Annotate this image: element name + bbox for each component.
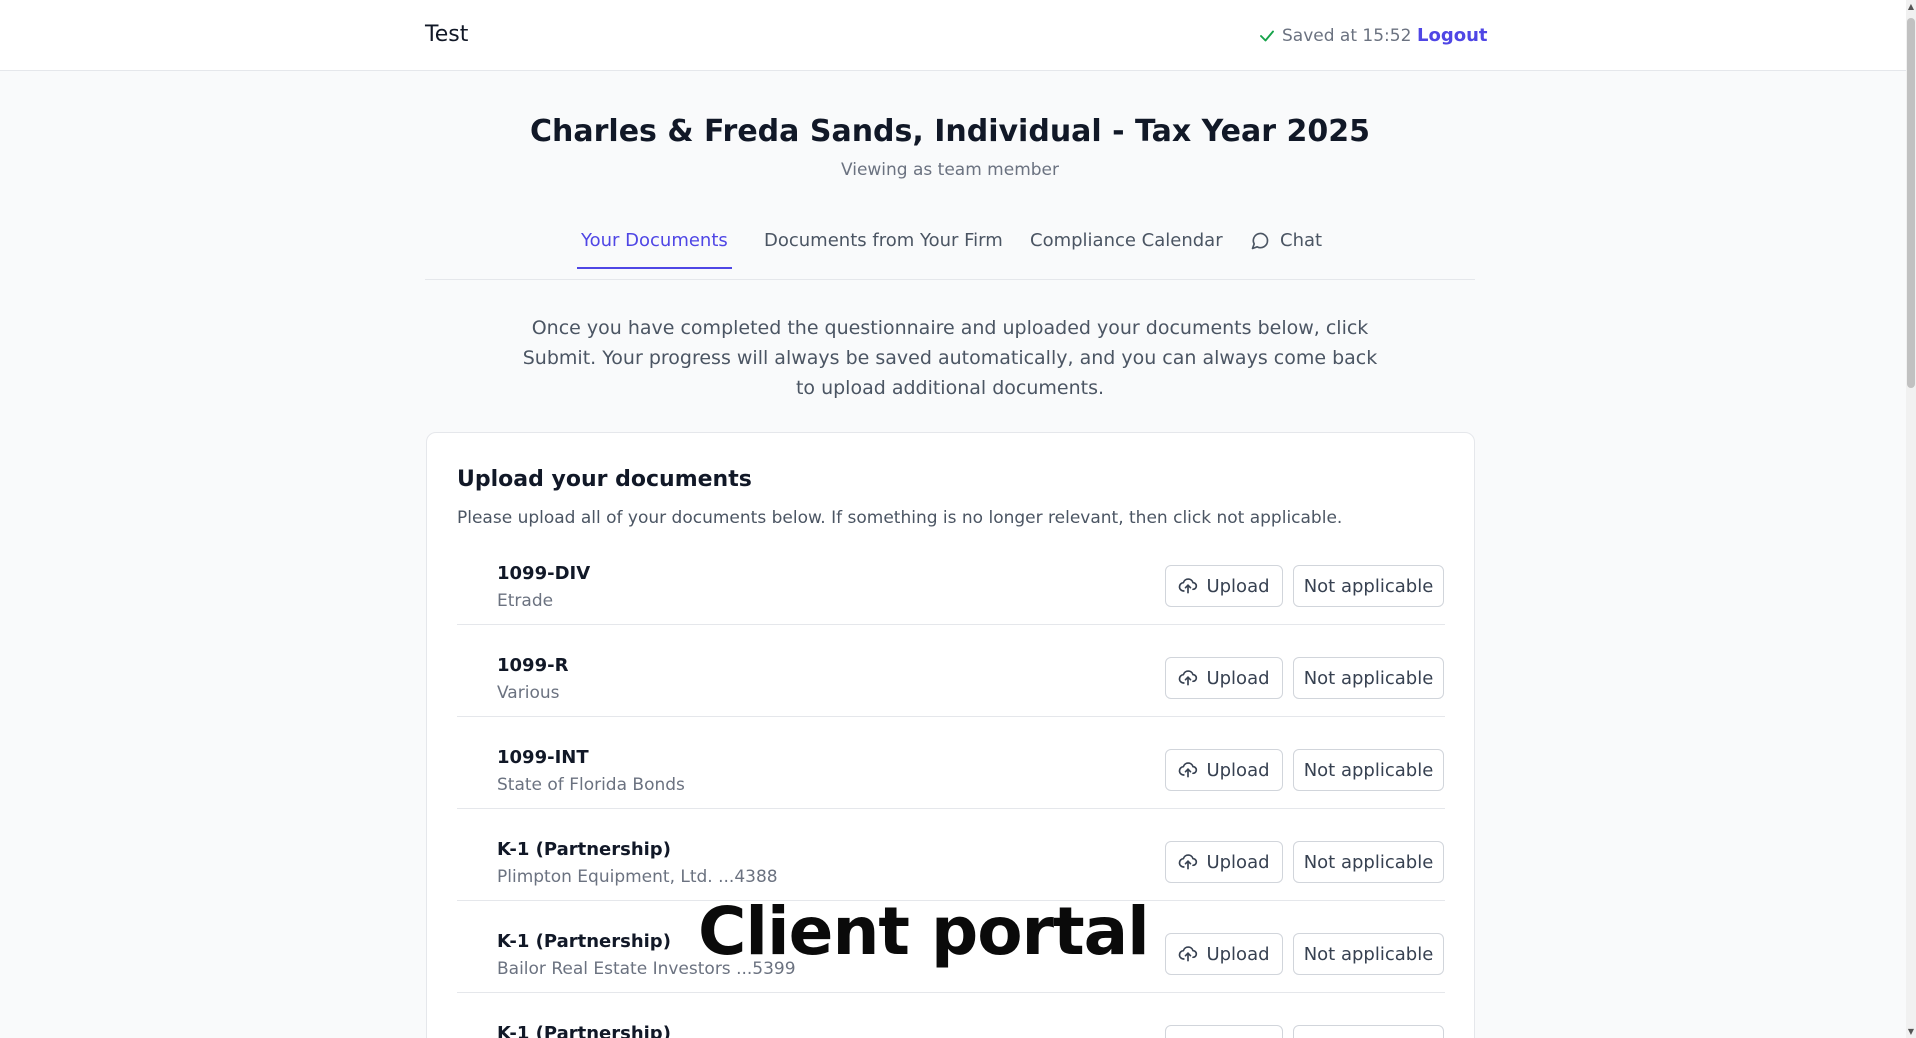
upload-button[interactable]: Upload bbox=[1165, 1025, 1283, 1038]
not-applicable-button[interactable]: Not applicable bbox=[1293, 1025, 1444, 1038]
cloud-upload-icon bbox=[1179, 670, 1198, 686]
card-title: Upload your documents bbox=[457, 467, 752, 492]
document-name: K-1 (Partnership) bbox=[497, 1023, 671, 1038]
upload-button[interactable]: Upload bbox=[1165, 657, 1283, 699]
document-row: K-1 (Partnership) Plimpton Equipment, Lt… bbox=[457, 809, 1445, 901]
document-row: 1099-DIV Etrade Upload Not applicable bbox=[457, 533, 1445, 625]
upload-button-label: Upload bbox=[1206, 575, 1270, 597]
not-applicable-label: Not applicable bbox=[1303, 575, 1434, 597]
not-applicable-label: Not applicable bbox=[1303, 759, 1434, 781]
not-applicable-button[interactable]: Not applicable bbox=[1293, 933, 1444, 975]
document-source: State of Florida Bonds bbox=[497, 775, 685, 795]
tab-label: Your Documents bbox=[581, 230, 728, 251]
cloud-upload-icon bbox=[1179, 854, 1198, 870]
cloud-upload-icon bbox=[1179, 946, 1198, 962]
chat-bubble-icon bbox=[1251, 232, 1269, 249]
save-status-text: Saved at 15:52 bbox=[1282, 26, 1412, 46]
scroll-up-icon[interactable]: ▲ bbox=[1908, 2, 1914, 11]
brand-name: Test bbox=[425, 22, 469, 47]
page-title: Charles & Freda Sands, Individual - Tax … bbox=[530, 114, 1370, 149]
upload-button[interactable]: Upload bbox=[1165, 565, 1283, 607]
document-row: 1099-R Various Upload Not applicable bbox=[457, 625, 1445, 717]
document-name: 1099-DIV bbox=[497, 563, 591, 584]
top-bar: Test Saved at 15:52 Logout bbox=[0, 0, 1916, 71]
not-applicable-button[interactable]: Not applicable bbox=[1293, 657, 1444, 699]
page-scrollbar[interactable]: ▲ ▼ bbox=[1906, 0, 1916, 1038]
document-source: Plimpton Equipment, Ltd. ...4388 bbox=[497, 867, 778, 887]
document-name: 1099-R bbox=[497, 655, 569, 676]
tab-your-documents[interactable]: Your Documents bbox=[577, 230, 732, 269]
save-status: Saved at 15:52 bbox=[1258, 26, 1411, 46]
not-applicable-label: Not applicable bbox=[1303, 851, 1434, 873]
tab-label: Chat bbox=[1280, 230, 1323, 251]
card-subtitle: Please upload all of your documents belo… bbox=[457, 508, 1343, 528]
cloud-upload-icon bbox=[1179, 762, 1198, 778]
not-applicable-label: Not applicable bbox=[1303, 667, 1434, 689]
scrollbar-thumb[interactable] bbox=[1907, 18, 1915, 388]
not-applicable-button[interactable]: Not applicable bbox=[1293, 565, 1444, 607]
upload-button-label: Upload bbox=[1206, 851, 1270, 873]
upload-button-label: Upload bbox=[1206, 943, 1270, 965]
not-applicable-button[interactable]: Not applicable bbox=[1293, 749, 1444, 791]
check-icon bbox=[1260, 30, 1274, 42]
intro-text: Once you have completed the questionnair… bbox=[522, 317, 1378, 399]
document-row: K-1 (Partnership) Upload Not applicable bbox=[457, 993, 1445, 1038]
document-name: K-1 (Partnership) bbox=[497, 839, 671, 860]
document-source: Various bbox=[497, 683, 560, 703]
document-name: K-1 (Partnership) bbox=[497, 931, 671, 952]
overlay-caption: Client portal bbox=[698, 893, 1150, 970]
document-name: 1099-INT bbox=[497, 747, 589, 768]
tab-compliance-calendar[interactable]: Compliance Calendar bbox=[1030, 230, 1223, 267]
upload-button[interactable]: Upload bbox=[1165, 841, 1283, 883]
tab-chat[interactable]: Chat bbox=[1250, 230, 1322, 267]
not-applicable-button[interactable]: Not applicable bbox=[1293, 841, 1444, 883]
page-subtitle: Viewing as team member bbox=[840, 160, 1060, 180]
tab-documents-from-firm[interactable]: Documents from Your Firm bbox=[764, 230, 1003, 267]
document-source: Etrade bbox=[497, 591, 554, 611]
upload-button-label: Upload bbox=[1206, 667, 1270, 689]
upload-button[interactable]: Upload bbox=[1165, 933, 1283, 975]
scroll-down-icon[interactable]: ▼ bbox=[1908, 1027, 1914, 1036]
document-row: 1099-INT State of Florida Bonds Upload N… bbox=[457, 717, 1445, 809]
not-applicable-label: Not applicable bbox=[1303, 943, 1434, 965]
upload-button-label: Upload bbox=[1206, 759, 1270, 781]
tab-label: Documents from Your Firm bbox=[764, 230, 1003, 251]
tab-label: Compliance Calendar bbox=[1030, 230, 1223, 251]
tab-bar: Your Documents Documents from Your Firm … bbox=[425, 218, 1475, 280]
upload-button[interactable]: Upload bbox=[1165, 749, 1283, 791]
cloud-upload-icon bbox=[1179, 578, 1198, 594]
logout-link[interactable]: Logout bbox=[1417, 25, 1488, 46]
